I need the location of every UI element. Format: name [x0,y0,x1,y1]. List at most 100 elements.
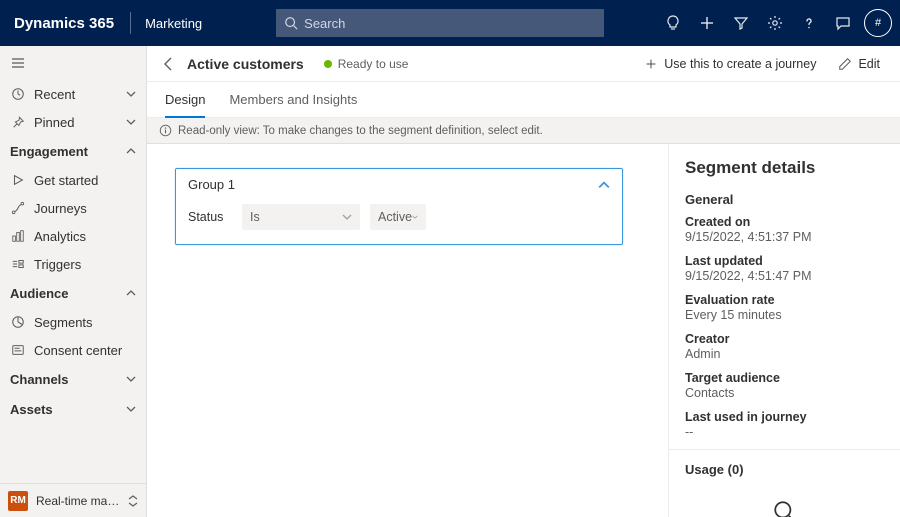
collapse-group-button[interactable] [598,179,610,191]
dropdown-value: Active [378,210,412,224]
nav-section-assets[interactable]: Assets [0,394,146,424]
page-tabs: Design Members and Insights [147,82,900,118]
field-last-used-in-journey: Last used in journey -- [685,410,884,439]
pin-icon [10,114,26,130]
field-label: Created on [685,215,884,229]
chevron-up-icon [126,288,136,298]
field-label: Evaluation rate [685,293,884,307]
nav-section-channels[interactable]: Channels [0,364,146,394]
trigger-icon [10,256,26,272]
play-icon [10,172,26,188]
search-input[interactable] [298,16,596,31]
field-value: Admin [685,347,884,361]
chevron-down-icon [126,89,136,99]
nav-section-audience[interactable]: Audience [0,278,146,308]
create-journey-button[interactable]: Use this to create a journey [638,53,822,75]
chevron-down-icon [412,212,418,222]
chevron-updown-icon [128,495,138,507]
field-value: Contacts [685,386,884,400]
status-dot-icon [324,60,332,68]
help-icon[interactable] [792,0,826,46]
plus-icon[interactable] [690,0,724,46]
tab-members-insights[interactable]: Members and Insights [229,82,357,117]
main-region: Active customers Ready to use Use this t… [147,46,900,517]
sidebar-item-pinned[interactable]: Pinned [0,108,146,136]
sidebar-item-label: Segments [34,315,93,330]
nav-section-label: Engagement [10,144,88,159]
sidebar-item-label: Consent center [34,343,122,358]
group-title: Group 1 [188,177,235,192]
search-icon [284,16,298,30]
product-brand[interactable]: Dynamics 365 [0,15,128,32]
chevron-down-icon [126,374,136,384]
sidebar-item-label: Journeys [34,201,87,216]
details-section-general: General [685,192,884,207]
sidebar-item-label: Pinned [34,115,74,130]
sidebar-item-get-started[interactable]: Get started [0,166,146,194]
chat-icon[interactable] [826,0,860,46]
field-evaluation-rate: Evaluation rate Every 15 minutes [685,293,884,322]
area-switcher[interactable]: RM Real-time marketi... [0,483,146,517]
global-search[interactable] [276,9,604,37]
info-icon [159,124,172,137]
field-value: 9/15/2022, 4:51:47 PM [685,269,884,283]
sidebar-item-consent-center[interactable]: Consent center [0,336,146,364]
value-dropdown[interactable]: Active [370,204,426,230]
field-target-audience: Target audience Contacts [685,371,884,400]
site-nav: Recent Pinned Engagement Get started Jou… [0,46,147,517]
field-value: -- [685,425,884,439]
operator-dropdown[interactable]: Is [242,204,360,230]
sidebar-item-label: Recent [34,87,75,102]
filter-icon[interactable] [724,0,758,46]
tab-design[interactable]: Design [165,83,205,118]
usage-empty-state: This segment has not been used in journe… [685,485,884,517]
field-label: Last used in journey [685,410,884,424]
details-section-usage: Usage (0) [685,462,884,477]
field-label: Target audience [685,371,884,385]
nav-collapse-button[interactable] [0,46,146,80]
sidebar-item-journeys[interactable]: Journeys [0,194,146,222]
field-creator: Creator Admin [685,332,884,361]
chevron-down-icon [126,117,136,127]
back-button[interactable] [161,56,177,72]
gear-icon[interactable] [758,0,792,46]
sidebar-item-label: Analytics [34,229,86,244]
sidebar-item-segments[interactable]: Segments [0,308,146,336]
clock-icon [10,86,26,102]
segment-group-card: Group 1 Status Is Active [175,168,623,245]
analytics-icon [10,228,26,244]
sidebar-item-triggers[interactable]: Triggers [0,250,146,278]
status-indicator: Ready to use [324,57,409,71]
page-title: Active customers [187,56,304,72]
segment-details-panel: Segment details General Created on 9/15/… [668,144,900,517]
area-switcher-label: Real-time marketi... [36,494,120,508]
edit-button[interactable]: Edit [832,53,886,75]
chevron-down-icon [342,212,352,222]
field-label: Last updated [685,254,884,268]
panel-divider [669,449,900,450]
lightbulb-icon[interactable] [656,0,690,46]
field-created-on: Created on 9/15/2022, 4:51:37 PM [685,215,884,244]
banner-text: Read-only view: To make changes to the s… [178,125,543,137]
sidebar-item-recent[interactable]: Recent [0,80,146,108]
field-last-updated: Last updated 9/15/2022, 4:51:47 PM [685,254,884,283]
sidebar-item-analytics[interactable]: Analytics [0,222,146,250]
readonly-banner: Read-only view: To make changes to the s… [147,118,900,144]
menu-icon [10,55,26,71]
brand-separator [130,12,131,34]
chevron-down-icon [126,404,136,414]
nav-section-engagement[interactable]: Engagement [0,136,146,166]
chevron-up-icon [126,146,136,156]
app-area-label[interactable]: Marketing [135,16,216,31]
nav-section-label: Channels [10,372,69,387]
designer-canvas: Group 1 Status Is Active [147,144,668,517]
details-title: Segment details [685,158,884,178]
pencil-icon [838,57,852,71]
consent-icon [10,342,26,358]
global-header: Dynamics 365 Marketing # [0,0,900,46]
nav-section-label: Assets [10,402,53,417]
user-avatar[interactable]: # [864,9,892,37]
plus-icon [644,57,658,71]
global-actions: # [656,0,900,46]
button-label: Edit [858,57,880,71]
